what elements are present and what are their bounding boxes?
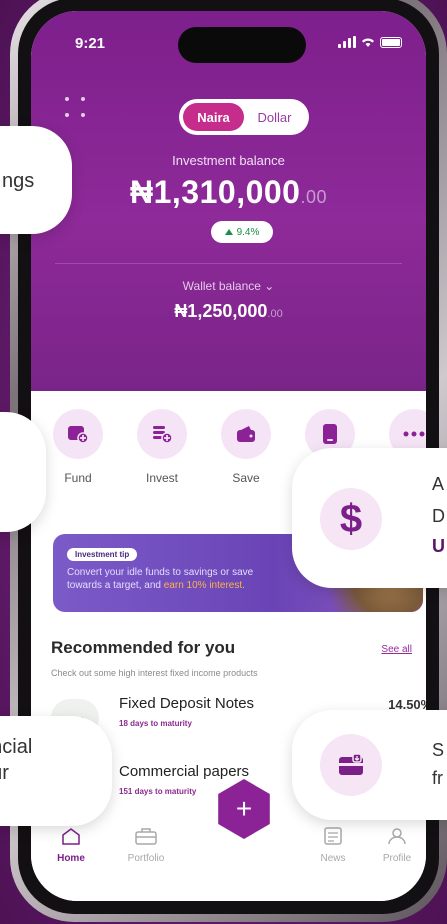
- invest-label: Invest: [145, 471, 178, 485]
- feature-card-blank: [0, 412, 46, 532]
- feature-card-dollar: $ A D U: [292, 448, 447, 588]
- feature-card-line-1: A: [432, 474, 445, 494]
- tip-line-2: towards a target, and: [67, 580, 164, 591]
- wallet-balance-label: Wallet balance: [182, 279, 261, 293]
- product-name: Fixed Deposit Notes: [119, 695, 255, 712]
- save-action[interactable]: Save: [221, 409, 271, 485]
- tab-profile-label: Profile: [382, 853, 412, 864]
- tab-profile[interactable]: Profile: [367, 827, 426, 864]
- tab-home[interactable]: Home: [41, 827, 101, 864]
- investment-amount-decimals: .00: [300, 187, 327, 207]
- home-icon: [62, 828, 80, 845]
- tab-portfolio-label: Portfolio: [127, 853, 165, 864]
- product-maturity: 18 days to maturity: [119, 719, 192, 728]
- card-download-icon: [320, 734, 382, 796]
- chevron-down-icon: ⌄: [264, 279, 275, 293]
- feature-card-line-2: D: [432, 506, 445, 526]
- piggy-wallet-icon: [221, 409, 271, 459]
- tab-news-label: News: [320, 853, 346, 864]
- dollar-tab[interactable]: Dollar: [244, 103, 305, 131]
- currency-toggle: Naira Dollar: [179, 99, 309, 135]
- wallet-amount-decimals: .00: [267, 308, 283, 320]
- save-label: Save: [232, 471, 260, 485]
- dynamic-island: [178, 27, 306, 63]
- investment-balance-amount: ₦1,310,000.00: [31, 174, 426, 211]
- status-icons: [338, 36, 402, 48]
- status-time: 9:21: [75, 35, 106, 52]
- feature-card-line-2: our: [0, 762, 9, 784]
- feature-card-line-1: S: [432, 740, 445, 760]
- dollar-icon: $: [320, 488, 382, 550]
- fund-label: Fund: [64, 471, 92, 485]
- product-name: Commercial papers: [119, 763, 250, 780]
- briefcase-icon: [135, 828, 157, 845]
- invest-action[interactable]: Invest: [137, 409, 187, 485]
- recommended-subtitle: Check out some high interest fixed incom…: [51, 668, 258, 678]
- battery-icon: [380, 36, 402, 48]
- tip-tag: Investment tip: [67, 548, 138, 561]
- feature-card-line-2: fr: [432, 768, 443, 788]
- recommended-title: Recommended for you: [51, 638, 236, 657]
- wallet-plus-icon: [53, 409, 103, 459]
- investment-balance-label: Investment balance: [172, 153, 285, 168]
- divider: [55, 263, 402, 264]
- tip-line-1: Convert your idle funds to savings or sa…: [67, 567, 254, 578]
- growth-value: 9.4%: [236, 226, 260, 238]
- wifi-icon: [362, 38, 374, 47]
- tab-news[interactable]: News: [303, 827, 363, 864]
- wallet-amount-whole: ₦1,250,000: [174, 301, 268, 321]
- feature-card-line-3: U: [432, 536, 445, 556]
- signal-icon: [338, 36, 356, 48]
- wallet-balance-amount: ₦1,250,000.00: [31, 301, 426, 322]
- feature-card-savings: ngs: [0, 126, 72, 234]
- feature-card-wallet: S fr: [292, 710, 447, 820]
- growth-badge: 9.4%: [211, 221, 273, 243]
- tab-portfolio[interactable]: Portfolio: [116, 827, 176, 864]
- tip-highlight: earn 10% interest.: [163, 580, 245, 591]
- feature-card-financial: ancial our: [0, 716, 112, 826]
- fund-action[interactable]: Fund: [53, 409, 103, 485]
- newspaper-icon: [324, 827, 342, 845]
- see-all-link[interactable]: See all: [381, 644, 412, 655]
- coins-plus-icon: [137, 409, 187, 459]
- tip-text: Convert your idle funds to savings or sa…: [67, 566, 327, 592]
- up-arrow-icon: [224, 229, 233, 235]
- wallet-balance-toggle[interactable]: Wallet balance ⌄: [31, 279, 426, 293]
- profile-icon: [388, 828, 406, 845]
- menu-grid-icon[interactable]: [65, 97, 87, 119]
- feature-card-text: ngs: [2, 170, 35, 192]
- naira-tab[interactable]: Naira: [183, 103, 244, 131]
- product-maturity: 151 days to maturity: [119, 787, 197, 796]
- feature-card-line-1: ancial: [0, 736, 33, 758]
- investment-amount-whole: ₦1,310,000: [130, 174, 301, 210]
- tab-home-label: Home: [57, 853, 85, 864]
